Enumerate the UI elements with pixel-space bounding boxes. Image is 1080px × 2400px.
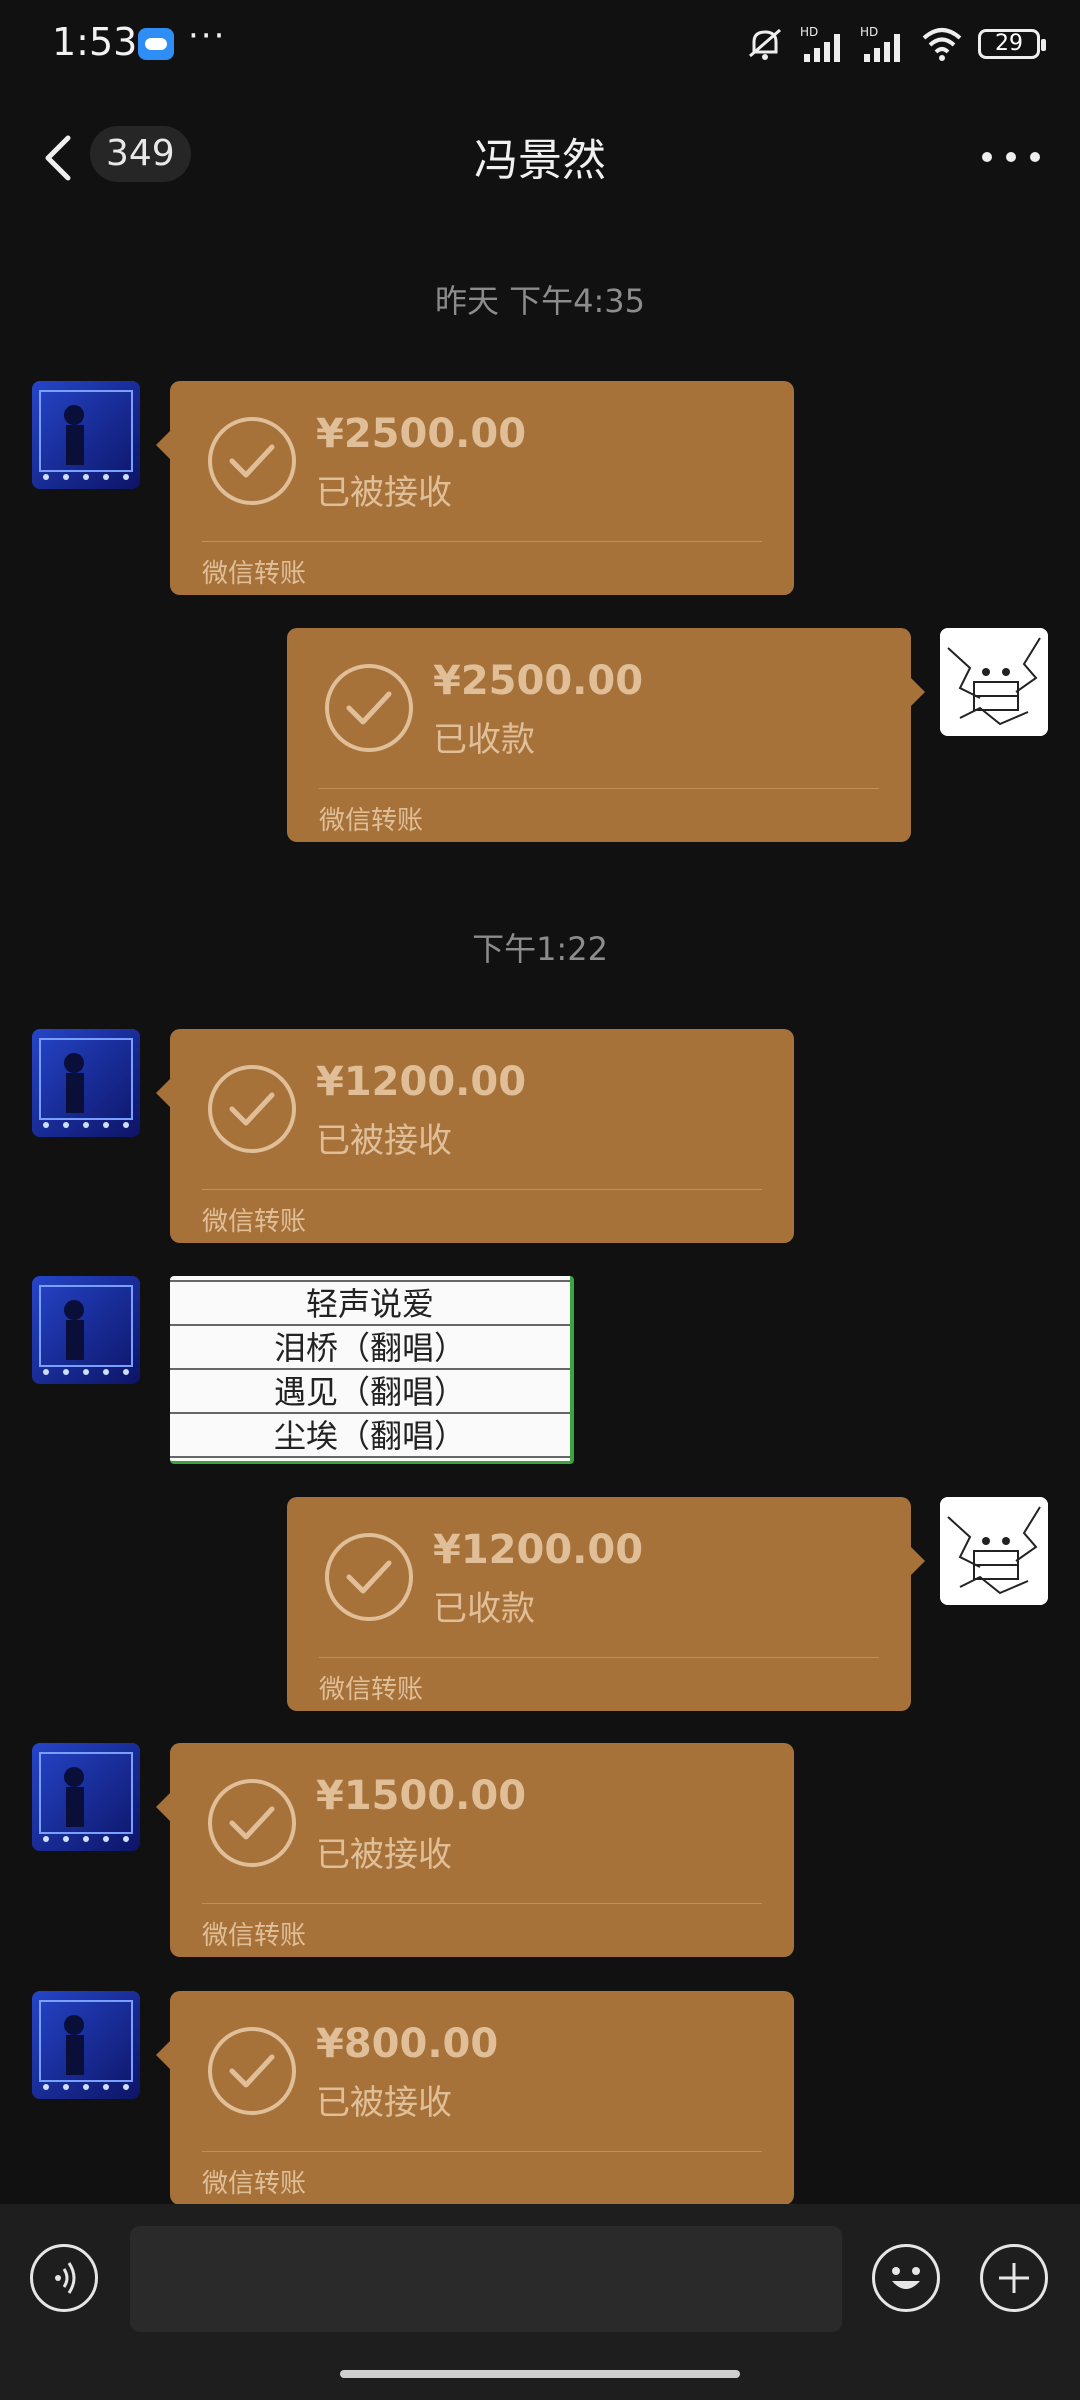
divider — [202, 1189, 762, 1190]
plus-icon — [999, 2263, 1029, 2293]
input-bar — [0, 2204, 1080, 2400]
avatar-drawing — [940, 1497, 1048, 1605]
transfer-amount: ¥800.00 — [316, 2021, 499, 2067]
signal-hd-label: HD — [800, 25, 818, 39]
my-avatar[interactable] — [940, 628, 1048, 736]
home-indicator[interactable] — [340, 2370, 740, 2378]
plus-button[interactable] — [980, 2244, 1048, 2312]
transfer-label: 微信转账 — [319, 806, 424, 836]
transfer-message[interactable]: ¥800.00 已被接收 微信转账 — [156, 1991, 794, 2205]
transfer-status: 已被接收 — [316, 2083, 452, 2123]
avatar-drawing — [940, 628, 1048, 736]
transfer-amount: ¥1200.00 — [433, 1527, 644, 1573]
signal-icon: HD — [800, 25, 840, 62]
more-button[interactable] — [976, 130, 1046, 180]
transfer-label: 微信转账 — [202, 559, 307, 589]
contact-avatar[interactable] — [32, 1991, 140, 2099]
emoji-button[interactable] — [872, 2244, 940, 2312]
more-icon-dot-2 — [1006, 152, 1016, 162]
more-icon — [982, 152, 992, 162]
image-message[interactable]: 轻声说爱 泪桥（翻唱） 遇见（翻唱） 尘埃（翻唱） — [170, 1276, 574, 1464]
divider — [319, 788, 879, 789]
status-time: 1:53 — [52, 20, 138, 64]
more-icon-dot-3 — [1030, 152, 1040, 162]
signal-icon-2: HD — [860, 25, 900, 62]
status-icons: HD HD 29 — [744, 24, 1046, 64]
song-row: 泪桥（翻唱） — [170, 1326, 570, 1370]
chat-header: 349 冯景然 — [0, 100, 1080, 210]
status-bar: 1:53 ··· HD HD 29 — [0, 0, 1080, 90]
transfer-status: 已收款 — [433, 1589, 535, 1629]
transfer-status: 已被接收 — [316, 1121, 452, 1161]
transfer-status: 已被接收 — [316, 1835, 452, 1875]
emoji-icon — [892, 2267, 920, 2289]
avatar-photo — [32, 1743, 140, 1851]
transfer-status: 已被接收 — [316, 473, 452, 513]
notification-more-icon: ··· — [188, 16, 227, 56]
transfer-status: 已收款 — [433, 720, 535, 760]
check-circle-icon — [208, 2027, 296, 2115]
divider — [202, 541, 762, 542]
transfer-message[interactable]: ¥1200.00 已被接收 微信转账 — [156, 1029, 794, 1243]
check-circle-icon — [208, 1779, 296, 1867]
wifi-icon — [922, 28, 962, 61]
transfer-message[interactable]: ¥2500.00 已收款 微信转账 — [287, 628, 925, 842]
transfer-amount: ¥2500.00 — [316, 411, 527, 457]
voice-button[interactable] — [30, 2244, 98, 2312]
check-circle-icon — [325, 664, 413, 752]
divider — [202, 1903, 762, 1904]
chat-title: 冯景然 — [474, 135, 606, 186]
mute-icon — [749, 28, 781, 60]
my-avatar[interactable] — [940, 1497, 1048, 1605]
transfer-amount: ¥2500.00 — [433, 658, 644, 704]
battery-icon: 29 — [978, 29, 1046, 59]
transfer-label: 微信转账 — [202, 2169, 307, 2199]
cloud-icon — [138, 28, 174, 60]
avatar-photo — [32, 1029, 140, 1137]
message-input[interactable] — [130, 2226, 842, 2332]
voice-icon — [55, 2262, 76, 2294]
transfer-amount: ¥1200.00 — [316, 1059, 527, 1105]
transfer-label: 微信转账 — [202, 1207, 307, 1237]
avatar-photo — [32, 1276, 140, 1384]
song-row: 遇见（翻唱） — [170, 1370, 570, 1414]
transfer-message[interactable]: ¥2500.00 已被接收 微信转账 — [156, 381, 794, 595]
signal-hd-label-2: HD — [860, 25, 878, 39]
avatar-photo — [32, 1991, 140, 2099]
song-row: 轻声说爱 — [170, 1282, 570, 1326]
contact-avatar[interactable] — [32, 1743, 140, 1851]
contact-avatar[interactable] — [32, 1276, 140, 1384]
transfer-label: 微信转账 — [202, 1921, 307, 1951]
check-circle-icon — [325, 1533, 413, 1621]
time-label: 昨天 下午4:35 — [434, 282, 646, 320]
divider — [319, 1657, 879, 1658]
divider — [202, 2151, 762, 2152]
time-label: 下午1:22 — [472, 930, 608, 968]
contact-avatar[interactable] — [32, 1029, 140, 1137]
transfer-amount: ¥1500.00 — [316, 1773, 527, 1819]
transfer-label: 微信转账 — [319, 1675, 424, 1705]
transfer-message[interactable]: ¥1200.00 已收款 微信转账 — [287, 1497, 925, 1711]
song-row: 尘埃（翻唱） — [170, 1414, 570, 1458]
contact-avatar[interactable] — [32, 381, 140, 489]
check-circle-icon — [208, 417, 296, 505]
check-circle-icon — [208, 1065, 296, 1153]
transfer-message[interactable]: ¥1500.00 已被接收 微信转账 — [156, 1743, 794, 1957]
avatar-photo — [32, 381, 140, 489]
